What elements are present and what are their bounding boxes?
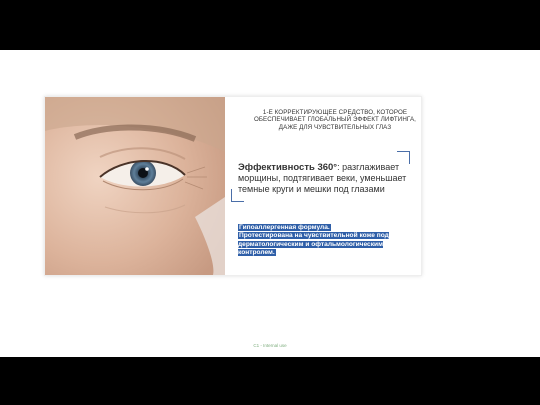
- product-card: 1-е корректирующее средство, которое обе…: [44, 96, 422, 276]
- headline: 1-е корректирующее средство, которое обе…: [253, 109, 416, 131]
- slide: 1-е корректирующее средство, которое обе…: [0, 50, 540, 357]
- formula-line-1: Гипоаллергенная формула.: [238, 224, 331, 231]
- benefit-strong: Эффективность 360°: [238, 162, 338, 173]
- eye-illustration: [45, 97, 225, 275]
- eye-closeup-photo: [45, 97, 225, 275]
- formula-text: Гипоаллергенная формула. Протестирована …: [238, 224, 408, 258]
- formula-line-2: Протестирована на чувствительной коже по…: [238, 232, 389, 257]
- benefit-text: Эффективность 360°: разглаживает морщины…: [238, 162, 410, 195]
- footer-label: C1 - Internal use: [253, 343, 287, 348]
